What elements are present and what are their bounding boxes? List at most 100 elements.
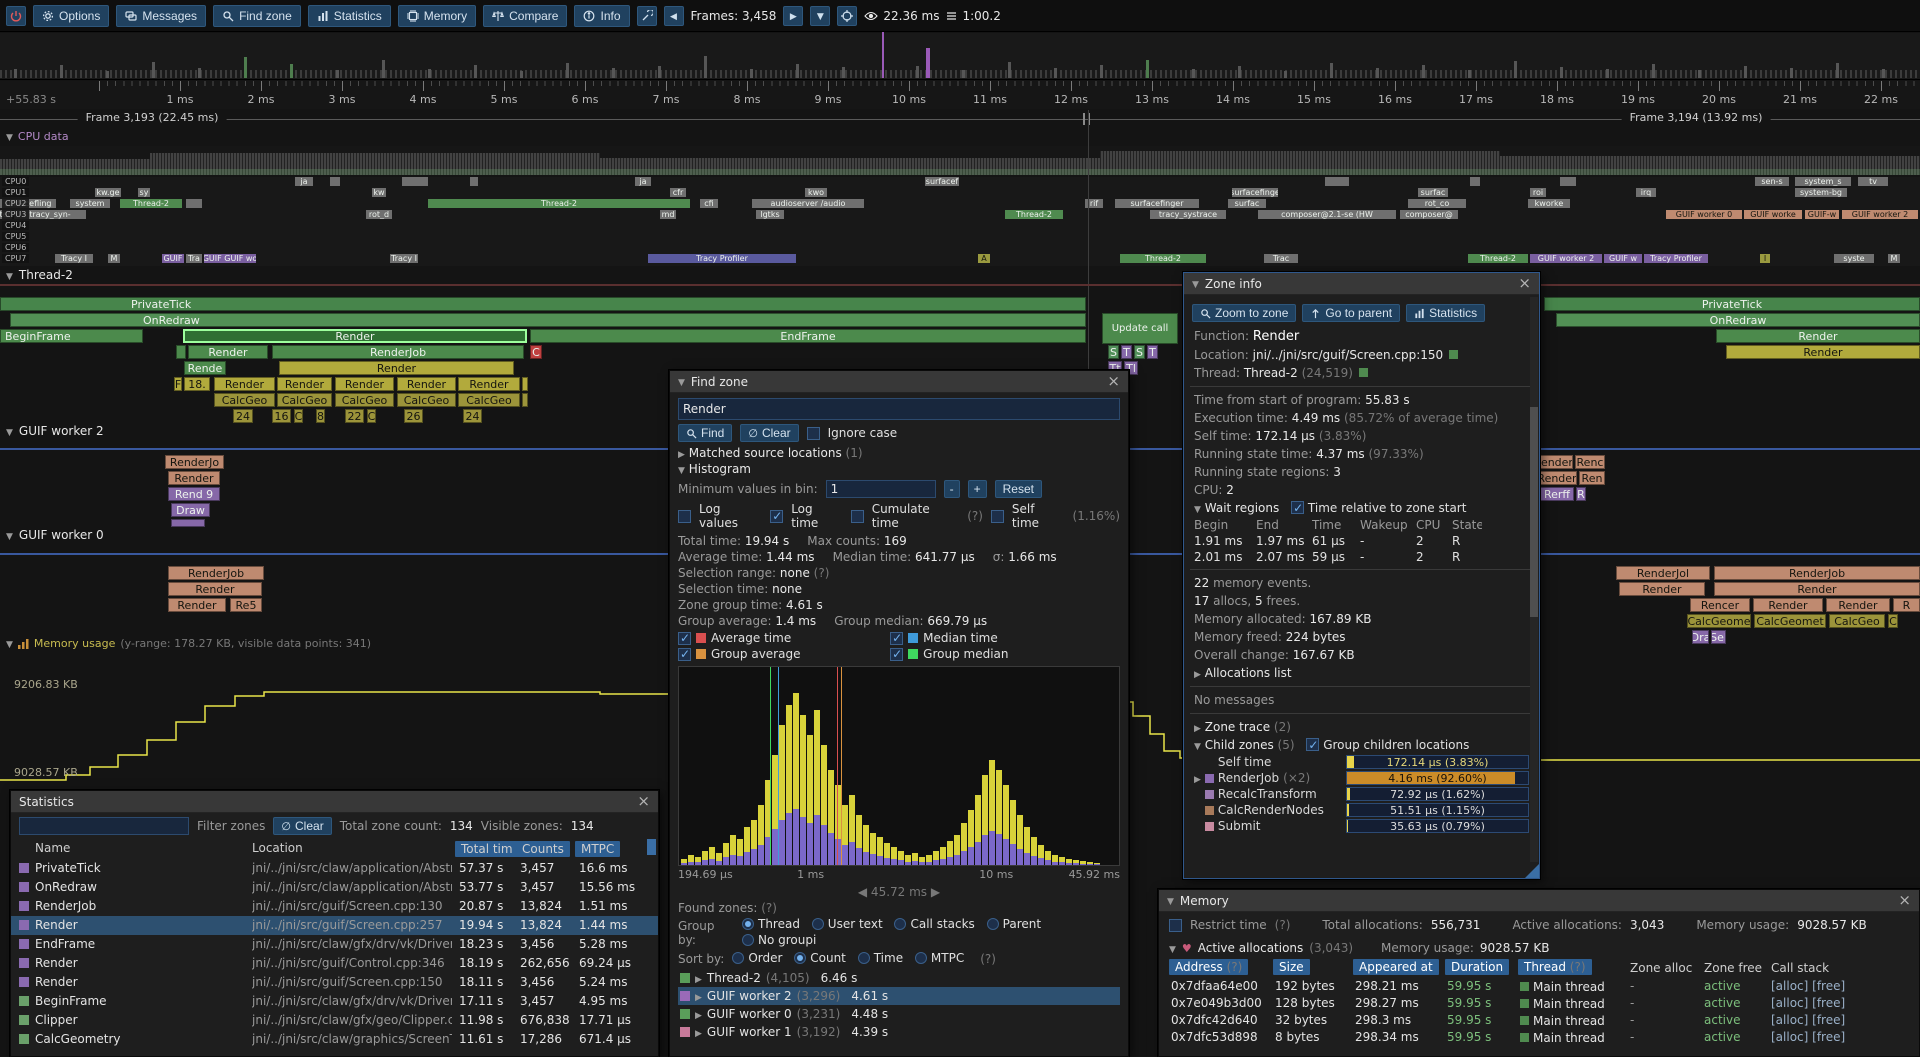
allocation-address[interactable]: 0x7dfc53d898 [1171, 1030, 1258, 1044]
allocation-row[interactable]: 0x7dfaa64e00 192 bytes 298.21 ms 59.95 s… [1159, 978, 1919, 995]
timeline-zone[interactable]: composer@2.1-se (HW [1258, 210, 1396, 219]
timeline-zone[interactable]: GUIF GUIF wo [204, 254, 256, 263]
timeline-zone[interactable]: Render [168, 471, 220, 485]
thread-header-guif-worker2[interactable]: GUIF worker 2 [6, 424, 104, 438]
log-values-checkbox[interactable] [678, 510, 691, 523]
timeline-zone[interactable]: I [1760, 254, 1770, 263]
found-zone-group-row[interactable]: Thread-2 (4,105) 6.46 s [678, 969, 1120, 987]
cumulate-time-checkbox[interactable] [851, 510, 864, 523]
expand-icon[interactable] [695, 972, 702, 985]
timeline-zone[interactable]: Render [397, 377, 456, 391]
timeline-zone[interactable]: Trac [1264, 254, 1298, 263]
timeline-zone[interactable]: RenderJob [168, 566, 264, 580]
timeline-zone[interactable] [1325, 177, 1349, 186]
child-zone-row[interactable]: CalcRenderNodes 51.51 μs (1.15%) [1184, 802, 1539, 818]
frames-row[interactable]: Frame 3,193 (22.45 ms) Frame 3,194 (13.9… [0, 110, 1920, 128]
expand-icon[interactable] [695, 990, 702, 1003]
timeline-zone[interactable]: OnRedraw [10, 313, 1086, 327]
column-header-duration[interactable]: Duration [1445, 959, 1509, 975]
timeline-zone[interactable]: Tracy I [390, 254, 418, 263]
timeline-zone[interactable]: Render [458, 377, 520, 391]
statistics-table-row[interactable]: Render jni/../jni/src/guif/Control.cpp:3… [11, 954, 658, 973]
child-zone-row[interactable]: Submit 35.63 μs (0.79%) [1184, 818, 1539, 834]
timeline-zone[interactable]: CalcGeo [277, 393, 332, 407]
timeline-zone[interactable]: kwo [805, 188, 827, 197]
column-header-name[interactable]: Name [35, 841, 70, 855]
prev-frame-button[interactable] [664, 6, 684, 26]
group-by-option[interactable]: Parent [987, 917, 1041, 931]
timeline-zone[interactable]: sy [138, 188, 150, 197]
timeline-zone[interactable]: Render [335, 377, 394, 391]
group-by-option[interactable]: No groupi [742, 933, 816, 947]
timeline-zone[interactable]: M [108, 254, 120, 263]
time-ruler[interactable]: +55.83 s 1 ms 2 ms 3 ms 4 ms 5 ms 6 ms 7… [0, 81, 1920, 109]
radio-button[interactable] [732, 952, 744, 964]
next-frame-button[interactable] [783, 6, 803, 26]
column-header-mtpc[interactable]: MTPC [575, 841, 620, 857]
timeline-zone[interactable]: syste [1834, 254, 1874, 263]
group-by-option[interactable]: User text [812, 917, 883, 931]
timeline-zone[interactable]: CalcGeo [1829, 614, 1885, 628]
statistics-table-row[interactable]: RenderJob jni/../jni/src/guif/Screen.cpp… [11, 897, 658, 916]
timeline-zone[interactable]: Sel [1711, 630, 1726, 644]
timeline-zone[interactable]: BeginFrame [0, 329, 143, 343]
found-zone-group-row[interactable]: GUIF worker 0 (3,231) 4.48 s [678, 1005, 1120, 1023]
timeline-zone[interactable]: tracy_systrace [1150, 210, 1226, 219]
timeline-zone[interactable]: tv [1858, 177, 1888, 186]
frame-overview-strip[interactable] [0, 33, 1920, 80]
wait-regions-header[interactable]: Wait regions Time relative to zone start [1184, 499, 1539, 517]
timeline-zone[interactable] [522, 377, 528, 391]
sort-by-option[interactable]: Time [858, 951, 903, 965]
find-zone-search-input[interactable] [678, 398, 1120, 420]
timeline-zone[interactable]: irq [1636, 188, 1656, 197]
compare-button[interactable]: Compare [483, 5, 567, 27]
timeline-zone[interactable]: GUIF worke [1744, 210, 1802, 219]
matched-source-locations[interactable]: Matched source locations (1) [678, 446, 1120, 460]
statistics-table-row[interactable]: Render jni/../jni/src/guif/Screen.cpp:25… [11, 916, 658, 935]
timeline-zone[interactable]: Render [214, 377, 275, 391]
statistics-window-titlebar[interactable]: Statistics [11, 791, 658, 813]
collapse-icon[interactable] [1192, 277, 1199, 290]
timeline-zone[interactable]: GUIF worker 0 [1666, 210, 1742, 219]
allocation-appeared-at[interactable]: 298.34 ms [1355, 1030, 1419, 1044]
timeline-zone[interactable]: composer@ [1400, 210, 1458, 219]
scrollbar-track[interactable] [1530, 297, 1538, 862]
allocations-list-toggle[interactable]: Allocations list [1184, 664, 1539, 682]
timeline-zone[interactable]: GUIF worker 2 [1530, 254, 1602, 263]
histogram-section-header[interactable]: Histogram [678, 462, 1120, 476]
timeline-zone[interactable]: audioserver /audio [752, 199, 864, 208]
wait-region-row[interactable]: 2.01 ms2.07 ms59 μs -2R [1184, 549, 1539, 565]
timeline-zone[interactable]: Thread-2 [1468, 254, 1528, 263]
statistics-table-row[interactable]: EndFrame jni/../jni/src/claw/gfx/drv/vk/… [11, 935, 658, 954]
timeline-zone[interactable]: lgtks [756, 210, 784, 219]
timeline-zone[interactable]: GUIF [162, 254, 184, 263]
clear-filter-button[interactable]: Clear [273, 817, 331, 835]
allocation-address[interactable]: 0x7dfaa64e00 [1171, 979, 1258, 993]
column-header-location[interactable]: Location [252, 841, 303, 855]
zone-info-window-titlebar[interactable]: Zone info [1184, 273, 1539, 295]
collapse-icon[interactable] [1167, 894, 1174, 907]
timeline-zone[interactable]: PrivateTick [1544, 297, 1920, 311]
zone-trace-toggle[interactable]: Zone trace (2) [1184, 718, 1539, 736]
find-zone-button[interactable]: Find zone [213, 5, 301, 27]
group-by-option[interactable]: Call stacks [894, 917, 974, 931]
self-time-checkbox[interactable] [991, 510, 1004, 523]
timeline-zone[interactable]: Thread-2 [1120, 254, 1206, 263]
timeline-zone[interactable]: Render [1826, 598, 1890, 612]
timeline-zone[interactable]: Render [279, 361, 514, 375]
timeline-zone[interactable]: roi [1530, 188, 1546, 197]
timeline-zone[interactable]: system_s [1795, 177, 1851, 186]
timeline-zone[interactable]: R [1893, 598, 1920, 612]
column-header-counts[interactable]: Counts [516, 841, 570, 857]
timeline-zone[interactable]: GUIF w [1604, 254, 1642, 263]
timeline-zone[interactable]: CalcGeo [397, 393, 456, 407]
go-to-parent-button[interactable]: Go to parent [1302, 304, 1400, 322]
timeline-zone[interactable]: 18. [184, 377, 210, 391]
memory-window-titlebar[interactable]: Memory [1159, 890, 1919, 912]
child-zone-row[interactable]: Self time 172.14 μs (3.83%) [1184, 754, 1539, 770]
timeline-zone[interactable]: kw.ge [95, 188, 121, 197]
timeline-zone[interactable]: surfac [1418, 188, 1448, 197]
thread-header-thread2[interactable]: Thread-2 [6, 268, 73, 282]
timeline-zone[interactable]: GUIF worker 2 [1842, 210, 1918, 219]
timeline-zone[interactable]: R [1576, 487, 1586, 501]
